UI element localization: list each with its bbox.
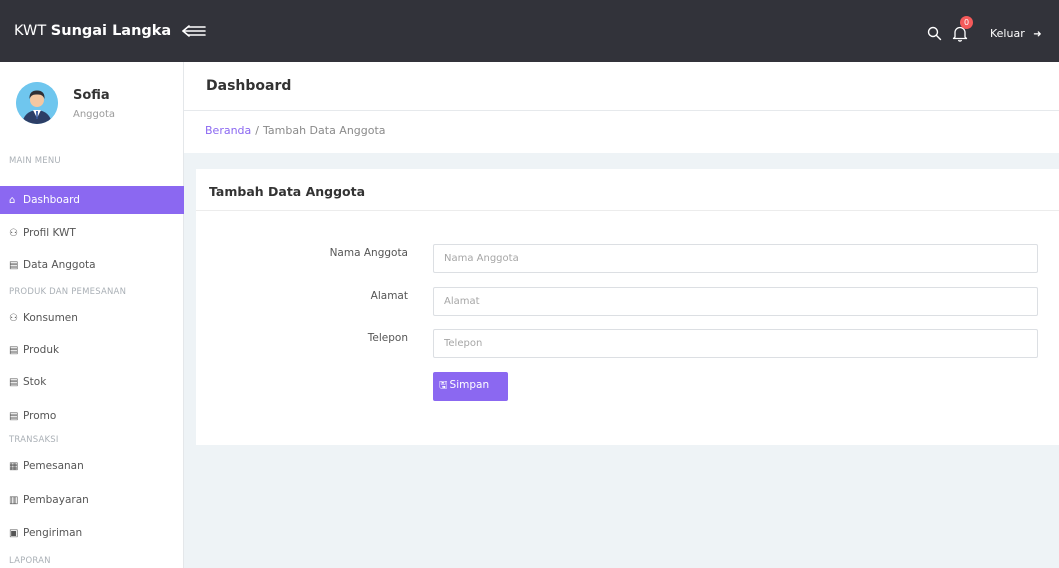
sidebar-item-stok[interactable]: ▤ Stok [0, 368, 184, 396]
sidebar-item-label: Konsumen [23, 312, 78, 324]
user-role: Anggota [73, 109, 116, 120]
receipt-icon: ▥ [9, 495, 19, 506]
logout-button[interactable]: Keluar ➜ [990, 27, 1042, 40]
sidebar-toggle-icon[interactable] [182, 23, 206, 39]
users-icon: ⚇ [9, 228, 18, 239]
sidebar: Sofia Anggota MAIN MENU ⌂ Dashboard ⚇ Prof… [0, 62, 184, 568]
search-icon[interactable] [927, 26, 942, 41]
sidebar-item-profil-kwt[interactable]: ⚇ Profil KWT [0, 219, 184, 247]
home-icon: ⌂ [9, 195, 16, 206]
brand-logo[interactable]: KWT Sungai Langka [14, 23, 171, 39]
brand-prefix: KWT [14, 23, 47, 39]
logout-label: Keluar [990, 27, 1025, 40]
simpan-button[interactable]: 🖫 Simpan [433, 372, 508, 401]
simpan-button-label: Simpan [449, 379, 490, 391]
card-header: Tambah Data Anggota [196, 169, 1059, 211]
sidebar-item-dashboard[interactable]: ⌂ Dashboard [0, 186, 184, 214]
alamat-input[interactable] [433, 287, 1038, 316]
list-icon: ▤ [9, 260, 19, 271]
alamat-label: Alamat [370, 290, 408, 302]
breadcrumb: Beranda / Tambah Data Anggota [184, 111, 1059, 153]
sidebar-item-label: Promo [23, 410, 57, 422]
card-title: Tambah Data Anggota [209, 184, 366, 199]
logout-icon: ➜ [1033, 29, 1042, 40]
avatar [16, 82, 58, 124]
telepon-label: Telepon [367, 332, 408, 344]
section-label-transaksi: TRANSAKSI [9, 435, 59, 445]
sidebar-item-label: Pemesanan [23, 460, 84, 472]
sidebar-item-pembayaran[interactable]: ▥ Pembayaran [0, 486, 184, 514]
sidebar-item-promo[interactable]: ▤ Promo [0, 402, 184, 430]
brand-name: Sungai Langka [50, 23, 172, 39]
box-icon: ▣ [9, 528, 19, 539]
user-name: Sofia [73, 88, 110, 103]
save-icon: 🖫 [439, 380, 448, 391]
sidebar-item-data-anggota[interactable]: ▤ Data Anggota [0, 251, 184, 279]
breadcrumb-current: Tambah Data Anggota [263, 124, 386, 137]
sidebar-item-label: Pengiriman [23, 527, 83, 539]
telepon-input[interactable] [433, 329, 1038, 358]
sidebar-item-pemesanan[interactable]: ▦ Pemesanan [0, 452, 184, 480]
list-icon: ▤ [9, 345, 19, 356]
breadcrumb-home-link[interactable]: Beranda [205, 124, 251, 137]
sidebar-item-konsumen[interactable]: ⚇ Konsumen [0, 304, 184, 332]
sidebar-item-produk[interactable]: ▤ Produk [0, 336, 184, 364]
user-avatar-icon [16, 82, 58, 124]
section-label-laporan: LAPORAN [9, 556, 51, 566]
notification-badge: 0 [960, 16, 973, 29]
nama-anggota-label: Nama Anggota [329, 247, 408, 259]
nama-anggota-input[interactable] [433, 244, 1038, 273]
sidebar-item-label: Produk [23, 344, 60, 356]
sidebar-item-label: Data Anggota [23, 259, 96, 271]
sidebar-item-label: Pembayaran [23, 494, 89, 506]
list-icon: ▤ [9, 411, 19, 422]
sidebar-item-label: Profil KWT [23, 227, 76, 239]
form-card: Tambah Data Anggota Nama Anggota Alamat … [196, 169, 1059, 445]
list-icon: ▤ [9, 377, 19, 388]
users-icon: ⚇ [9, 313, 18, 324]
section-label-main-menu: MAIN MENU [9, 156, 61, 166]
top-navbar: KWT Sungai Langka 0 Keluar ➜ [0, 0, 1059, 62]
grid-icon: ▦ [9, 461, 19, 472]
sidebar-item-label: Stok [23, 376, 47, 388]
page-title: Dashboard [206, 78, 292, 94]
sidebar-item-pengiriman[interactable]: ▣ Pengiriman [0, 519, 184, 547]
section-label-produk-dan-pemesanan: PRODUK DAN PEMESANAN [9, 287, 127, 297]
breadcrumb-separator: / [255, 124, 259, 137]
sidebar-item-label: Dashboard [23, 194, 80, 206]
page-header: Dashboard [184, 62, 1059, 111]
